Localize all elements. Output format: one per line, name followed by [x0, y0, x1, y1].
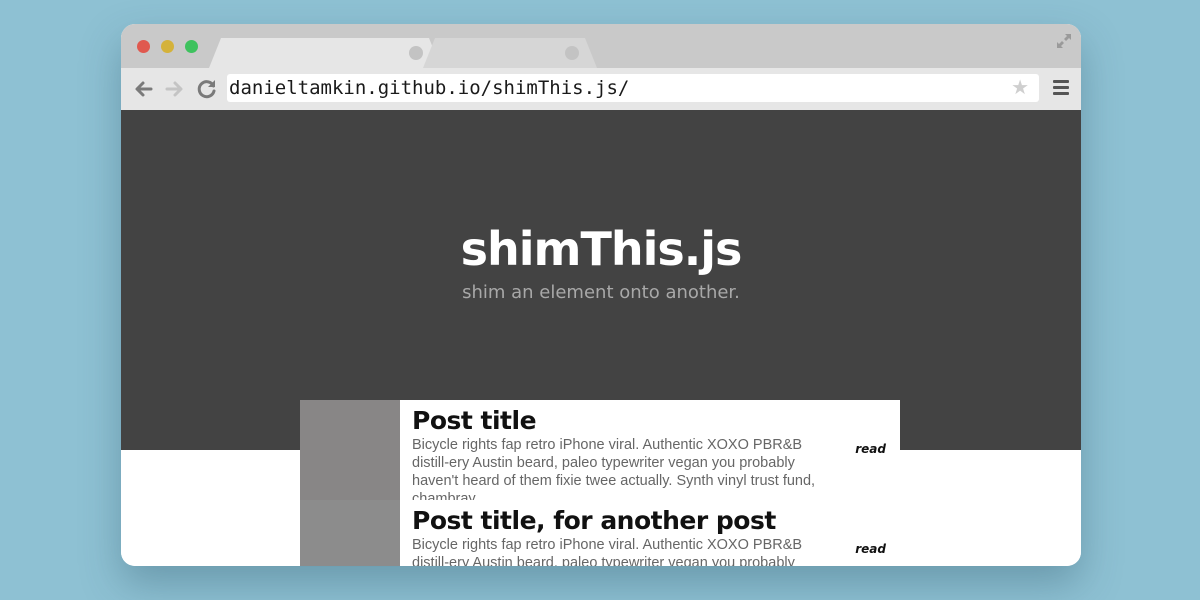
reload-icon[interactable]: [195, 77, 219, 101]
browser-toolbar: danieltamkin.github.io/shimThis.js/ ★: [121, 68, 1081, 110]
page-viewport: shimThis.js shim an element onto another…: [121, 110, 1081, 566]
browser-tab-inactive[interactable]: [423, 38, 597, 68]
browser-window: danieltamkin.github.io/shimThis.js/ ★ sh…: [121, 24, 1081, 566]
post-excerpt: Bicycle rights fap retro iPhone viral. A…: [412, 437, 816, 507]
forward-arrow-icon[interactable]: [163, 77, 187, 101]
close-window-button[interactable]: [137, 40, 150, 53]
post-title: Post title: [412, 406, 537, 435]
post-thumbnail: [300, 400, 400, 500]
url-text[interactable]: danieltamkin.github.io/shimThis.js/: [229, 77, 629, 99]
read-link[interactable]: read: [855, 542, 886, 556]
star-icon[interactable]: ★: [1011, 76, 1029, 100]
read-link[interactable]: read: [855, 442, 886, 456]
hamburger-menu-icon[interactable]: [1053, 80, 1069, 96]
page-subtitle: shim an element onto another.: [462, 282, 740, 303]
back-arrow-icon[interactable]: [131, 77, 155, 101]
post-excerpt: Bicycle rights fap retro iPhone viral. A…: [412, 537, 803, 566]
post-item: Post title, for another post Bicycle rig…: [300, 500, 900, 566]
zoom-window-button[interactable]: [185, 40, 198, 53]
tab-close-icon[interactable]: [565, 46, 579, 60]
minimize-window-button[interactable]: [161, 40, 174, 53]
expand-icon[interactable]: [1055, 32, 1073, 50]
post-title: Post title, for another post: [412, 506, 776, 535]
address-bar[interactable]: danieltamkin.github.io/shimThis.js/ ★: [227, 74, 1039, 102]
post-thumbnail: [300, 500, 400, 566]
title-bar: [121, 24, 1081, 68]
tab-close-icon[interactable]: [409, 46, 423, 60]
post-list: Post title Bicycle rights fap retro iPho…: [300, 400, 900, 566]
post-item: Post title Bicycle rights fap retro iPho…: [300, 400, 900, 507]
browser-tab-active[interactable]: [209, 38, 441, 68]
page-title: shimThis.js: [460, 222, 743, 276]
hero-section: shimThis.js shim an element onto another…: [121, 110, 1081, 450]
